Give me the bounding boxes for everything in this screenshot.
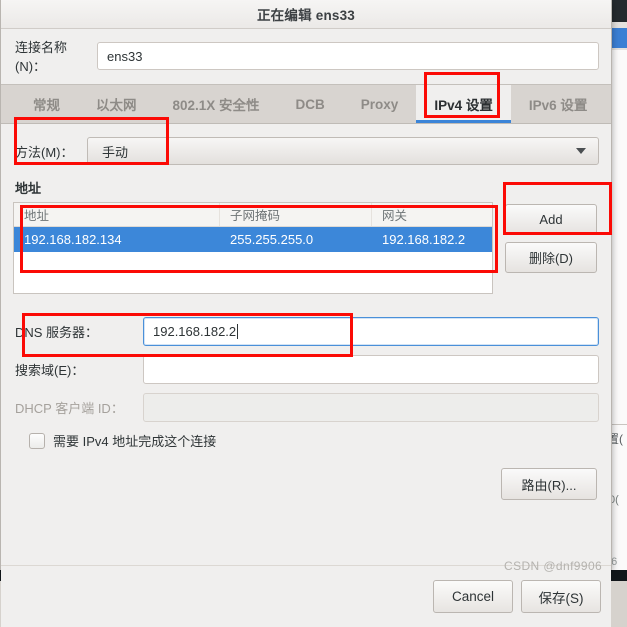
edit-connection-dialog: 正在编辑 ens33 连接名称(N)： ens33 常规 以太网 802.1X …	[0, 0, 612, 627]
dns-servers-label: DNS 服务器：	[15, 325, 99, 340]
text-caret	[237, 324, 239, 339]
connection-name-input[interactable]: ens33	[97, 42, 599, 70]
addresses-table[interactable]: 地址 子网掩码 网关 192.168.182.134 255.255.255.0…	[13, 202, 493, 294]
method-selected-value: 手动	[102, 144, 129, 160]
save-button[interactable]: 保存(S)	[521, 580, 601, 613]
cancel-button[interactable]: Cancel	[433, 580, 513, 613]
dns-servers-value: 192.168.182.2	[153, 324, 237, 339]
tab-ipv6-settings[interactable]: IPv6 设置	[511, 85, 606, 123]
connection-name-row: 连接名称(N)： ens33	[1, 29, 611, 84]
dhcp-client-id-row: DHCP 客户端 ID：	[13, 393, 599, 422]
search-domains-label: 搜索域(E)：	[15, 363, 85, 378]
dialog-titlebar[interactable]: 正在编辑 ens33	[1, 0, 611, 29]
require-ipv4-row[interactable]: 需要 IPv4 地址完成这个连接	[13, 431, 599, 450]
connection-name-label: 连接名称(N)：	[15, 40, 68, 74]
search-domains-input[interactable]	[143, 355, 599, 384]
require-ipv4-label: 需要 IPv4 地址完成这个连接	[53, 434, 217, 449]
tab-ipv4-settings[interactable]: IPv4 设置	[416, 85, 511, 123]
column-header-address[interactable]: 地址	[14, 203, 220, 226]
search-domains-row: 搜索域(E)：	[13, 355, 599, 384]
ipv4-fields: DNS 服务器： 192.168.182.2 搜索域(E)： DHCP 客户端 …	[13, 317, 599, 422]
method-dropdown[interactable]: 手动	[87, 137, 599, 165]
tab-ethernet[interactable]: 以太网	[78, 85, 155, 123]
dhcp-client-id-input	[143, 393, 599, 422]
add-address-button[interactable]: Add	[505, 204, 597, 235]
method-label: 方法(M)：	[15, 144, 74, 160]
addresses-area: 地址 子网掩码 网关 192.168.182.134 255.255.255.0…	[13, 202, 599, 294]
dhcp-client-id-label: DHCP 客户端 ID：	[15, 401, 124, 416]
tab-proxy[interactable]: Proxy	[343, 85, 417, 123]
tab-dcb[interactable]: DCB	[278, 85, 343, 123]
column-header-netmask[interactable]: 子网掩码	[220, 203, 372, 226]
table-row[interactable]: 192.168.182.134 255.255.255.0 192.168.18…	[14, 227, 492, 252]
tab-general[interactable]: 常规	[15, 85, 78, 123]
tab-8021x-security[interactable]: 802.1X 安全性	[155, 85, 278, 123]
watermark: CSDN @dnf9906	[504, 559, 603, 573]
require-ipv4-checkbox[interactable]	[29, 432, 45, 449]
dns-servers-input[interactable]: 192.168.182.2	[143, 317, 599, 346]
addresses-heading: 地址	[15, 181, 42, 196]
dialog-title: 正在编辑 ens33	[256, 8, 356, 23]
cell-gateway: 192.168.182.2	[382, 232, 466, 247]
dialog-action-bar: Cancel 保存(S)	[1, 565, 611, 627]
delete-address-button[interactable]: 删除(D)	[505, 242, 597, 273]
chevron-down-icon	[576, 148, 586, 154]
method-row: 方法(M)： 手动	[13, 124, 599, 165]
cell-address: 192.168.182.134	[24, 232, 122, 247]
addresses-buttons: Add 删除(D)	[505, 202, 597, 273]
routes-row: 路由(R)...	[13, 468, 599, 500]
addresses-table-header: 地址 子网掩码 网关	[14, 203, 492, 227]
settings-tabstrip: 常规 以太网 802.1X 安全性 DCB Proxy IPv4 设置 IPv6…	[1, 84, 611, 124]
column-header-gateway[interactable]: 网关	[372, 203, 492, 226]
routes-button[interactable]: 路由(R)...	[501, 468, 597, 500]
ipv4-settings-panel: 方法(M)： 手动 地址 地址 子网掩码 网关 192.168.182.134 …	[1, 124, 611, 565]
cell-netmask: 255.255.255.0	[230, 232, 314, 247]
dns-servers-row: DNS 服务器： 192.168.182.2	[13, 317, 599, 346]
